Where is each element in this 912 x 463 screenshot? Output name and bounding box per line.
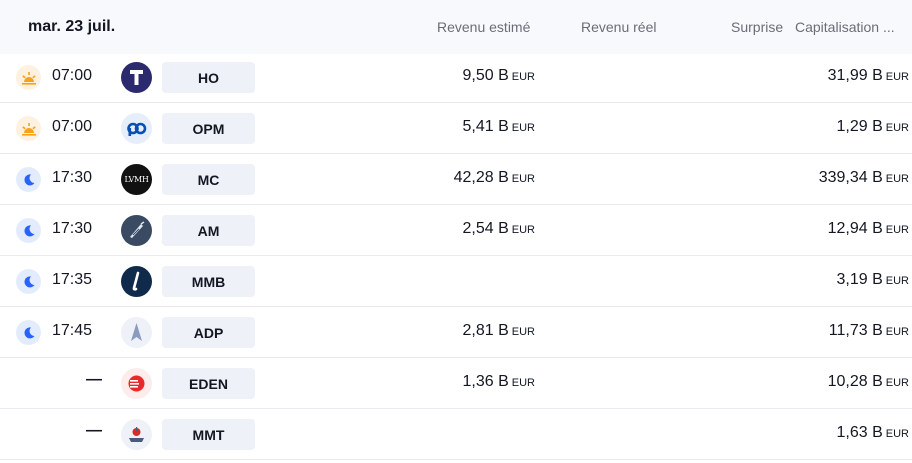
revenu-estime-value: 2,54 B EUR — [462, 220, 536, 237]
ticker-badge[interactable]: EDEN — [162, 368, 255, 399]
column-header-revenu-estime[interactable]: Revenu estimé — [437, 19, 530, 35]
earnings-time: 07:00 — [52, 118, 93, 135]
capitalisation-value: 1,63 B EUR — [836, 424, 910, 441]
moon-icon — [16, 167, 41, 192]
capitalisation-value: 10,28 B EUR — [827, 373, 909, 390]
table-row[interactable]: 07:00 OPM 5,41 B EUR 1,29 B EUR — [0, 103, 912, 154]
capitalisation-value: 1,29 B EUR — [836, 118, 910, 135]
revenu-estime-value: 42,28 B EUR — [453, 169, 535, 186]
ticker-badge[interactable]: MMT — [162, 419, 255, 450]
tick-logo-MMT[interactable] — [121, 419, 152, 450]
table-row[interactable]: 17:35 MMB 3,19 B EUR — [0, 256, 912, 307]
date-label: mar. 23 juil. — [28, 18, 116, 35]
revenu-estime-value: 5,41 B EUR — [462, 118, 536, 135]
capitalisation-value: 12,94 B EUR — [827, 220, 909, 237]
ticker-badge[interactable]: MC — [162, 164, 255, 195]
moon-icon — [16, 269, 41, 294]
ticker-badge[interactable]: ADP — [162, 317, 255, 348]
ticker-badge[interactable]: MMB — [162, 266, 255, 297]
tick-logo-AM[interactable] — [121, 215, 152, 246]
capitalisation-value: 31,99 B EUR — [827, 67, 909, 84]
earnings-time: — — [86, 371, 102, 388]
earnings-time: 17:45 — [52, 322, 93, 339]
table-row[interactable]: — EDEN 1,36 B EUR 10,28 B EUR — [0, 358, 912, 409]
earnings-time: 17:35 — [52, 271, 93, 288]
ticker-badge[interactable]: AM — [162, 215, 255, 246]
earnings-time: — — [86, 422, 102, 439]
table-header: mar. 23 juil. Revenu estimé Revenu réel … — [0, 0, 912, 54]
table-row[interactable]: 17:30 AM 2,54 B EUR 12,94 B EUR — [0, 205, 912, 256]
tick-logo-EDEN[interactable] — [121, 368, 152, 399]
tick-logo-OPM[interactable] — [121, 113, 152, 144]
tick-logo-MC[interactable]: LVMH — [121, 164, 152, 195]
column-header-revenu-reel[interactable]: Revenu réel — [581, 19, 657, 35]
ticker-badge[interactable]: HO — [162, 62, 255, 93]
capitalisation-value: 11,73 B EUR — [828, 322, 909, 339]
earnings-time: 17:30 — [52, 220, 93, 237]
table-row[interactable]: — MMT 1,63 B EUR — [0, 409, 912, 460]
capitalisation-value: 3,19 B EUR — [836, 271, 910, 288]
sun-icon — [16, 116, 41, 141]
lvmh-logo-text: LVMH — [124, 175, 149, 184]
sun-icon — [16, 65, 41, 90]
column-header-surprise[interactable]: Surprise — [731, 19, 783, 35]
earnings-time: 07:00 — [52, 67, 93, 84]
revenu-estime-value: 1,36 B EUR — [462, 373, 536, 390]
tick-logo-MMB[interactable] — [121, 266, 152, 297]
revenu-estime-value: 9,50 B EUR — [462, 67, 536, 84]
capitalisation-value: 339,34 B EUR — [818, 169, 909, 186]
tick-logo-HO[interactable] — [121, 62, 152, 93]
moon-icon — [16, 320, 41, 345]
tick-logo-ADP[interactable] — [121, 317, 152, 348]
column-header-capitalisation[interactable]: Capitalisation ... — [795, 19, 907, 35]
revenu-estime-value: 2,81 B EUR — [462, 322, 536, 339]
ticker-badge[interactable]: OPM — [162, 113, 255, 144]
moon-icon — [16, 218, 41, 243]
table-row[interactable]: 17:30 LVMH MC 42,28 B EUR 339,34 B EUR — [0, 154, 912, 205]
earnings-time: 17:30 — [52, 169, 93, 186]
table-row[interactable]: 17:45 ADP 2,81 B EUR 11,73 B EUR — [0, 307, 912, 358]
table-row[interactable]: 07:00 HO 9,50 B EUR 31,99 B EUR — [0, 52, 912, 103]
